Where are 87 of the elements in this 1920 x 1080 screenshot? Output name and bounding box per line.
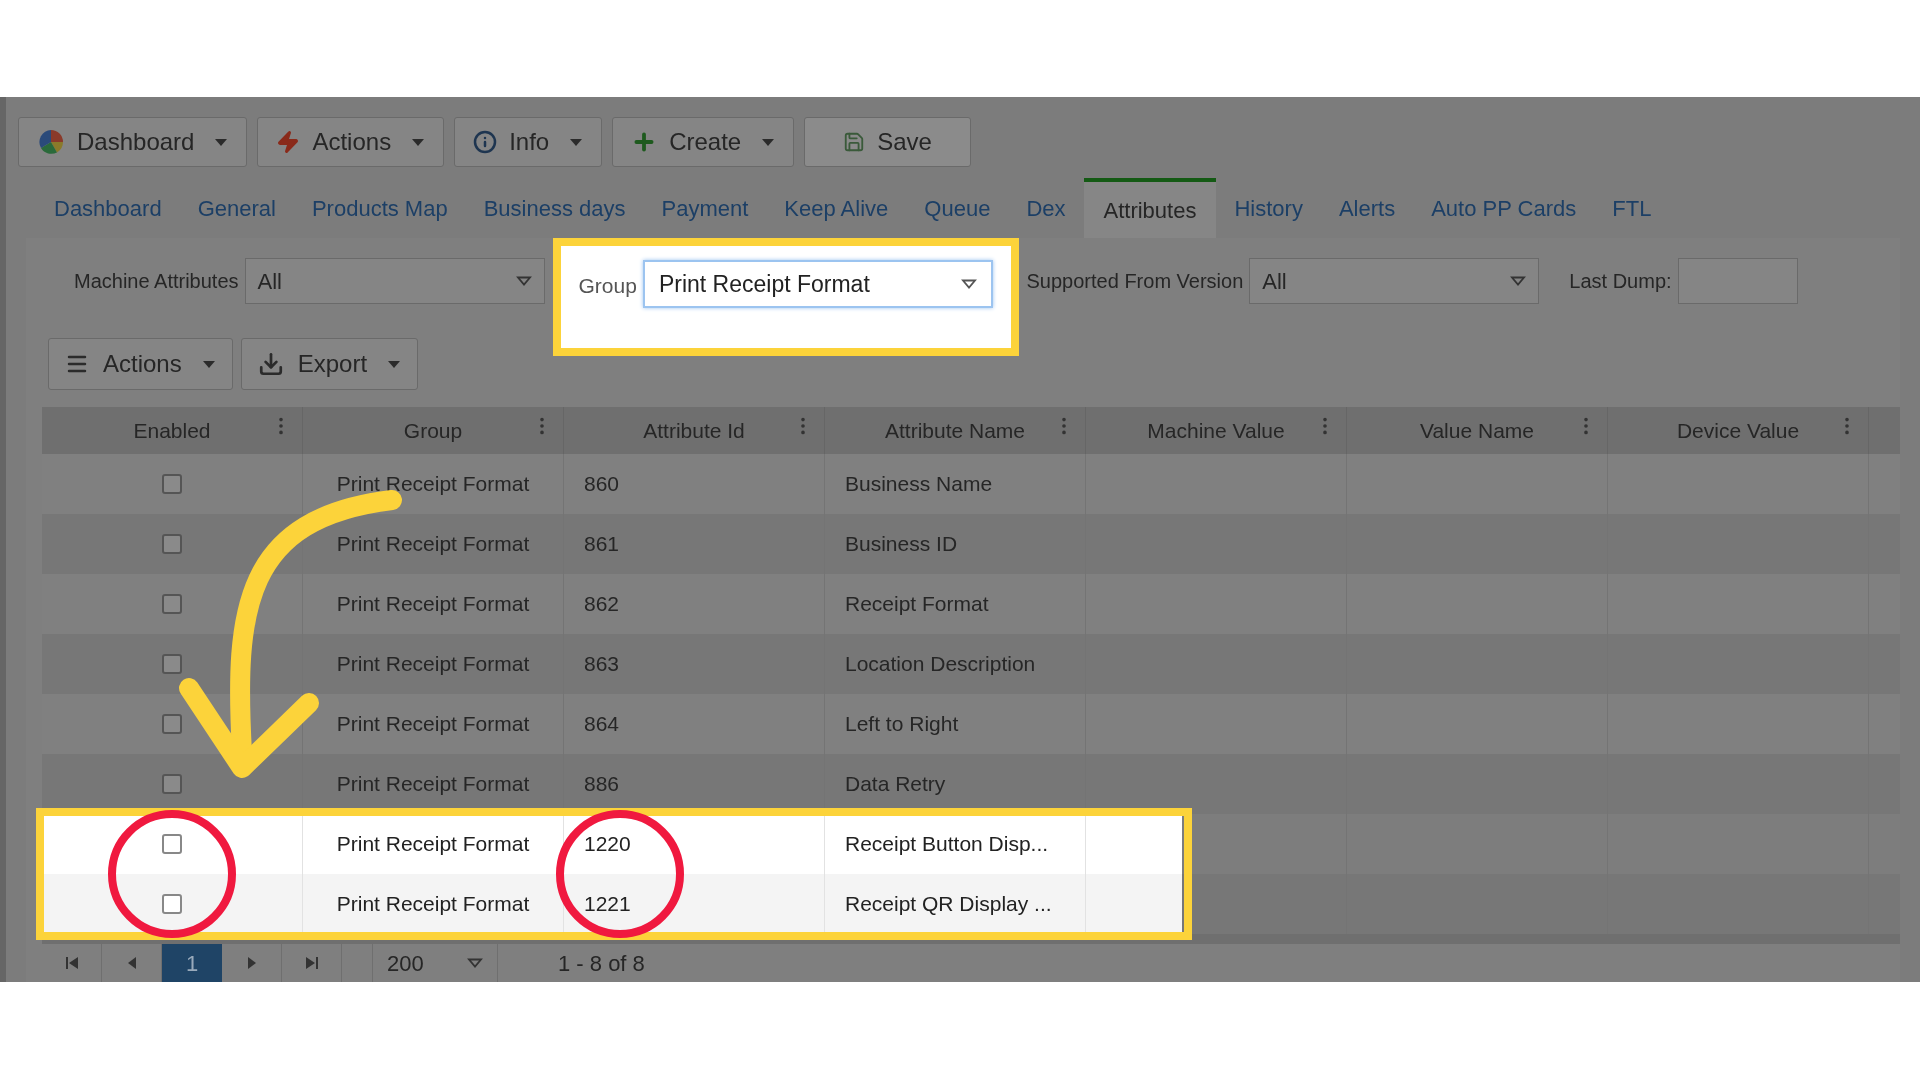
download-icon	[257, 351, 284, 377]
table-cell-text: 861	[584, 531, 620, 558]
caret-icon	[569, 137, 584, 147]
table-cell-text: Print Receipt Format	[336, 891, 530, 918]
tab[interactable]: Business days	[465, 178, 644, 238]
enabled-checkbox[interactable]	[162, 834, 182, 854]
next-page-icon	[247, 957, 256, 969]
table-cell-text: Print Receipt Format	[336, 591, 530, 618]
pager-info: 1 - 8 of 8	[558, 949, 645, 978]
table-cell-text: 862	[584, 591, 620, 618]
page-button[interactable]: 1	[162, 944, 222, 982]
toolbar-button[interactable]: Info	[454, 117, 603, 167]
caret-icon	[1510, 276, 1527, 286]
table-cell-text: 1221	[584, 891, 631, 918]
table-cell-text: Business ID	[845, 531, 958, 558]
table-cell-text: Data Retry	[845, 771, 946, 798]
tab[interactable]: Dashboard	[36, 178, 180, 238]
enabled-checkbox[interactable]	[162, 894, 182, 914]
tab[interactable]: Keep Alive	[766, 178, 907, 238]
version-select[interactable]: All	[1249, 258, 1540, 304]
caret-icon	[761, 137, 776, 147]
table-cell-text: Receipt Format	[845, 591, 989, 618]
enabled-checkbox[interactable]	[162, 774, 182, 794]
tab[interactable]: General	[179, 178, 294, 238]
table-cell-text: 863	[584, 651, 620, 678]
last-dump-field[interactable]	[1677, 258, 1798, 304]
table-cell-text: Location Description	[845, 651, 1036, 678]
table-cell-text: 886	[584, 771, 620, 798]
info-icon	[473, 130, 498, 154]
caret-icon	[387, 359, 402, 369]
table-row[interactable]: Print Receipt Format 886 Data Retry	[42, 754, 1900, 814]
tab[interactable]: Payment	[643, 178, 767, 238]
toolbar-button[interactable]: Actions	[257, 117, 445, 167]
table-cell-text: Receipt Button Disp...	[845, 831, 1049, 858]
table-cell-text: Print Receipt Format	[336, 771, 530, 798]
enabled-checkbox[interactable]	[162, 714, 182, 734]
grid-action-button[interactable]: Export	[240, 338, 419, 390]
toolbar-button[interactable]: Dashboard	[18, 117, 248, 167]
previous-page-icon	[127, 957, 136, 969]
grid-action-button[interactable]: Actions	[48, 338, 233, 390]
enabled-checkbox[interactable]	[162, 534, 182, 554]
caret-icon	[411, 137, 426, 147]
caret-icon	[960, 279, 977, 289]
enabled-checkbox[interactable]	[162, 594, 182, 614]
tab[interactable]: Queue	[906, 178, 1009, 238]
save-icon	[843, 131, 866, 153]
table-cell-text: Left to Right	[845, 711, 959, 738]
enabled-checkbox[interactable]	[162, 654, 182, 674]
horizontal-scrollbar[interactable]	[42, 934, 1900, 944]
pie-chart-icon	[37, 128, 65, 156]
caret-icon	[201, 359, 216, 369]
machine-attributes-select[interactable]: All	[244, 258, 545, 304]
tab[interactable]: Attributes	[1083, 178, 1217, 238]
page-size-select[interactable]: 200	[372, 944, 498, 982]
table-row[interactable]: Print Receipt Format 863 Location Description	[42, 634, 1900, 694]
tab[interactable]: Dex	[1008, 178, 1084, 238]
table-cell-text: Print Receipt Format	[336, 651, 530, 678]
table-cell-text: Print Receipt Format	[336, 711, 530, 738]
filter-label: Last Dump:	[1569, 269, 1672, 294]
caret-icon	[214, 137, 229, 147]
table-row[interactable]: Print Receipt Format 861 Business ID	[42, 514, 1900, 574]
caret-icon	[515, 276, 532, 286]
table-cell-text: Print Receipt Format	[336, 831, 530, 858]
table-cell-text: Business Name	[845, 471, 993, 498]
enabled-checkbox[interactable]	[162, 474, 182, 494]
lightning-icon	[276, 130, 301, 154]
table-row[interactable]: Print Receipt Format 1221 Receipt QR Display ...	[42, 874, 1900, 934]
toolbar-button[interactable]: Create	[612, 117, 795, 167]
filter-label: Group	[578, 273, 637, 299]
filter-label: Machine Attributes	[74, 269, 239, 294]
table-cell-text: 1220	[584, 831, 631, 858]
last-page-icon	[305, 957, 318, 969]
table-cell-text: 864	[584, 711, 620, 738]
tab[interactable]: FTL	[1594, 178, 1670, 238]
table-cell-text: Receipt QR Display ...	[845, 891, 1052, 918]
toolbar-button[interactable]: Save	[804, 117, 971, 167]
table-cell-text: Print Receipt Format	[336, 531, 530, 558]
table-cell-text: 860	[584, 471, 620, 498]
tab[interactable]: History	[1216, 178, 1321, 238]
tab[interactable]: Auto PP Cards	[1413, 178, 1595, 238]
group-select[interactable]: Print Receipt Format	[642, 260, 993, 308]
table-cell-text: Print Receipt Format	[336, 471, 530, 498]
caret-icon	[467, 958, 483, 968]
first-page-icon	[65, 957, 78, 969]
tab[interactable]: Alerts	[1320, 178, 1414, 238]
tab[interactable]: Products Map	[293, 178, 466, 238]
filter-label: Supported From Version	[1026, 269, 1244, 294]
